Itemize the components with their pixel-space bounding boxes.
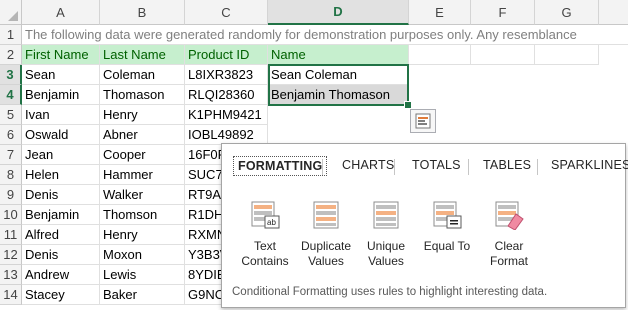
cell-last-name[interactable]: Abner [100, 125, 185, 145]
cell[interactable] [471, 45, 535, 65]
cell-first-name[interactable]: Oswald [22, 125, 100, 145]
column-header-g[interactable]: G [535, 0, 599, 25]
row-header[interactable]: 9 [0, 185, 22, 205]
tab-divider [322, 159, 323, 175]
column-header-c[interactable]: C [185, 0, 268, 25]
unique-values-icon [373, 201, 399, 229]
row-header[interactable]: 3 [0, 65, 22, 85]
cell-last-name[interactable]: Walker [100, 185, 185, 205]
cell-product-id[interactable]: K1PHM9421 [185, 105, 268, 125]
column-header-f[interactable]: F [471, 0, 535, 25]
tab-formatting[interactable]: FORMATTING [233, 156, 328, 176]
row-header[interactable]: 7 [0, 145, 22, 165]
cell-first-name[interactable]: Sean [22, 65, 100, 85]
column-header-a[interactable]: A [22, 0, 100, 25]
row-header[interactable]: 4 [0, 85, 22, 105]
clear-format-icon [495, 201, 524, 231]
header-cell-last-name[interactable]: Last Name [100, 45, 185, 65]
row-header[interactable]: 2 [0, 45, 22, 65]
tab-divider [468, 159, 469, 175]
column-header-partial [599, 0, 628, 25]
row-header[interactable]: 10 [0, 205, 22, 225]
option-label: Contains [241, 254, 289, 268]
cell-name[interactable]: Benjamin Thomason [268, 85, 409, 105]
cell-first-name[interactable]: Alfred [22, 225, 100, 245]
row-header[interactable]: 11 [0, 225, 22, 245]
cell-last-name[interactable]: Hammer [100, 165, 185, 185]
fill-handle[interactable] [404, 101, 412, 109]
cell-last-name[interactable]: Henry [100, 225, 185, 245]
row-header[interactable]: 1 [0, 25, 22, 45]
tab-charts[interactable]: CHARTS [338, 156, 398, 174]
cell[interactable] [535, 45, 599, 65]
option-label: Unique [366, 239, 406, 253]
header-cell-name[interactable]: Name [268, 45, 409, 65]
row-header[interactable]: 14 [0, 285, 22, 305]
text-contains-icon: ab [251, 201, 280, 229]
quick-analysis-panel: FORMATTING CHARTS TOTALS TABLES SPARKLIN… [221, 143, 628, 308]
option-clear-format[interactable]: Clear Format [478, 200, 540, 269]
cell-first-name[interactable]: Denis [22, 185, 100, 205]
cell-last-name[interactable]: Moxon [100, 245, 185, 265]
quick-analysis-button[interactable] [410, 109, 436, 133]
equal-to-icon [433, 201, 462, 229]
option-text-contains[interactable]: ab Text Contains [234, 200, 296, 269]
tab-sparklines[interactable]: SPARKLINES [547, 156, 628, 174]
duplicate-values-icon [313, 201, 339, 229]
option-equal-to[interactable]: Equal To [416, 200, 478, 254]
cell-first-name[interactable]: Ivan [22, 105, 100, 125]
cell-product-id[interactable]: L8IXR3823 [185, 65, 268, 85]
cell-product-id[interactable]: RLQI28360 [185, 85, 268, 105]
option-label: Equal To [423, 239, 471, 253]
cell-first-name[interactable]: Helen [22, 165, 100, 185]
column-header-e[interactable]: E [409, 0, 471, 25]
cell-last-name[interactable]: Thomson [100, 205, 185, 225]
option-label: Format [489, 254, 528, 268]
cell-last-name[interactable]: Thomason [100, 85, 185, 105]
quick-analysis-icon [415, 113, 431, 129]
column-header-d[interactable]: D [268, 0, 409, 25]
row-header[interactable]: 6 [0, 125, 22, 145]
tab-divider [537, 159, 538, 175]
tab-totals[interactable]: TOTALS [408, 156, 465, 174]
cell-last-name[interactable]: Lewis [100, 265, 185, 285]
cell-last-name[interactable]: Cooper [100, 145, 185, 165]
option-unique-values[interactable]: Unique Values [355, 200, 417, 269]
cell-first-name[interactable]: Jean [22, 145, 100, 165]
cell-first-name[interactable]: Stacey [22, 285, 100, 305]
option-duplicate-values[interactable]: Duplicate Values [295, 200, 357, 269]
header-cell-first-name[interactable]: First Name [22, 45, 100, 65]
option-label: Duplicate [300, 239, 352, 253]
cell-first-name[interactable]: Andrew [22, 265, 100, 285]
cell-last-name[interactable]: Coleman [100, 65, 185, 85]
header-cell-product-id[interactable]: Product ID [185, 45, 268, 65]
cell-first-name[interactable]: Benjamin [22, 205, 100, 225]
cell-first-name[interactable]: Denis [22, 245, 100, 265]
cell-last-name[interactable]: Baker [100, 285, 185, 305]
option-label: Values [368, 254, 404, 268]
quick-analysis-description: Conditional Formatting uses rules to hig… [232, 286, 548, 298]
row-header[interactable]: 5 [0, 105, 22, 125]
note-cell[interactable]: The following data were generated random… [22, 25, 628, 45]
option-label: Values [308, 254, 344, 268]
cell-name[interactable]: Sean Coleman [268, 65, 409, 85]
tab-divider [394, 159, 395, 175]
cell-first-name[interactable]: Benjamin [22, 85, 100, 105]
column-header-b[interactable]: B [100, 0, 185, 25]
row-header[interactable]: 8 [0, 165, 22, 185]
tab-tables[interactable]: TABLES [479, 156, 535, 174]
option-label: Text [253, 239, 276, 253]
row-header[interactable]: 12 [0, 245, 22, 265]
cell-last-name[interactable]: Henry [100, 105, 185, 125]
svg-text:ab: ab [267, 218, 276, 227]
cell-product-id[interactable]: IOBL49892 [185, 125, 268, 145]
quick-analysis-tabs: FORMATTING CHARTS TOTALS TABLES SPARKLIN… [228, 156, 628, 178]
cell[interactable] [409, 45, 471, 65]
option-label: Clear [494, 239, 524, 253]
select-all-corner[interactable] [0, 0, 22, 25]
row-header[interactable]: 13 [0, 265, 22, 285]
